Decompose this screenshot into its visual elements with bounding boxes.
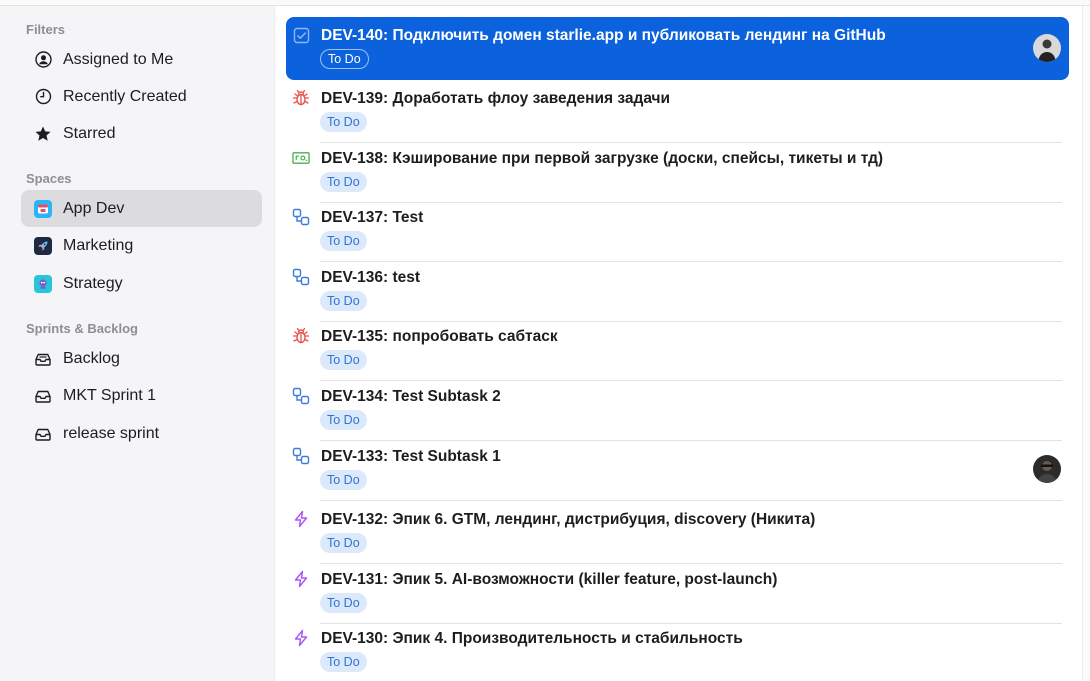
epic-lightning-icon bbox=[292, 629, 310, 647]
task-title: DEV-135: попробовать сабтаск bbox=[321, 328, 558, 345]
task-row[interactable]: DEV-136: test To Do bbox=[286, 259, 1069, 322]
status-badge[interactable]: To Do bbox=[320, 172, 367, 192]
subtask-icon bbox=[292, 447, 310, 465]
task-title: DEV-131: Эпик 5. AI-возможности (killer … bbox=[321, 571, 778, 588]
status-badge[interactable]: To Do bbox=[320, 49, 369, 69]
status-badge[interactable]: To Do bbox=[320, 350, 367, 370]
task-title: DEV-138: Кэширование при первой загрузке… bbox=[321, 150, 884, 167]
task-row[interactable]: DEV-133: Test Subtask 1 To Do bbox=[286, 438, 1069, 501]
task-row[interactable]: DEV-130: Эпик 4. Производительность и ст… bbox=[286, 620, 1069, 681]
star-icon bbox=[34, 125, 52, 143]
app-dev-space-icon bbox=[34, 199, 52, 218]
sidebar-item-assigned-to-me[interactable]: Assigned to Me bbox=[21, 41, 262, 78]
avatar[interactable] bbox=[1033, 455, 1061, 483]
sidebar-item-label: release sprint bbox=[63, 424, 160, 442]
sidebar-item-strategy[interactable]: Strategy bbox=[21, 265, 262, 302]
task-row[interactable]: DEV-139: Доработать флоу заведения задач… bbox=[286, 80, 1069, 143]
epic-lightning-icon bbox=[292, 570, 310, 588]
sidebar-item-release-sprint[interactable]: release sprint bbox=[21, 415, 262, 452]
task-title: DEV-134: Test Subtask 2 bbox=[321, 388, 501, 405]
sidebar-item-recently-created[interactable]: Recently Created bbox=[21, 78, 262, 115]
strategy-space-icon bbox=[34, 274, 52, 293]
sidebar-item-label: Recently Created bbox=[63, 87, 187, 105]
rocket-icon bbox=[34, 236, 52, 255]
task-row[interactable]: DEV-131: Эпик 5. AI-возможности (killer … bbox=[286, 561, 1069, 624]
status-badge[interactable]: To Do bbox=[320, 593, 367, 613]
task-title: DEV-136: test bbox=[321, 269, 421, 286]
sidebar-item-mkt-sprint-1[interactable]: MKT Sprint 1 bbox=[21, 377, 262, 414]
sidebar-item-label: MKT Sprint 1 bbox=[63, 386, 157, 404]
sidebar-item-app-dev[interactable]: App Dev bbox=[21, 190, 262, 227]
task-row[interactable]: DEV-137: Test To Do bbox=[286, 199, 1069, 262]
filters-section-title: Filters bbox=[26, 22, 66, 37]
backlog-tray-icon bbox=[34, 350, 52, 368]
subtask-icon bbox=[292, 387, 310, 405]
sidebar-item-label: Strategy bbox=[63, 274, 123, 292]
avatar[interactable] bbox=[1033, 34, 1061, 62]
tray-icon bbox=[34, 387, 52, 405]
epic-lightning-icon bbox=[292, 510, 310, 528]
status-badge[interactable]: To Do bbox=[320, 652, 367, 672]
subtask-icon bbox=[292, 208, 310, 226]
sidebar-item-label: Assigned to Me bbox=[63, 50, 174, 68]
spaces-section-title: Spaces bbox=[26, 171, 72, 186]
task-row[interactable]: DEV-132: Эпик 6. GTM, лендинг, дистрибуц… bbox=[286, 501, 1069, 564]
subtask-icon bbox=[292, 268, 310, 286]
tray-icon bbox=[34, 425, 52, 443]
task-title: DEV-132: Эпик 6. GTM, лендинг, дистрибуц… bbox=[321, 511, 816, 528]
list-scrollbar[interactable] bbox=[1082, 6, 1090, 681]
status-badge[interactable]: To Do bbox=[320, 291, 367, 311]
status-badge[interactable]: To Do bbox=[320, 533, 367, 553]
task-row[interactable]: DEV-140: Подключить домен starlie.app и … bbox=[286, 17, 1069, 80]
task-checkbox-icon bbox=[292, 26, 310, 44]
task-list: DEV-140: Подключить домен starlie.app и … bbox=[276, 6, 1082, 681]
person-circle-icon bbox=[34, 51, 52, 69]
sidebar-item-backlog[interactable]: Backlog bbox=[21, 340, 262, 377]
story-icon bbox=[292, 149, 310, 167]
bug-icon bbox=[292, 327, 310, 345]
sidebar-item-label: Marketing bbox=[63, 236, 134, 254]
sidebar-item-label: Starred bbox=[63, 124, 116, 142]
sidebar-item-marketing[interactable]: Marketing bbox=[21, 227, 262, 264]
task-title: DEV-137: Test bbox=[321, 209, 424, 226]
status-badge[interactable]: To Do bbox=[320, 410, 367, 430]
sidebar-item-label: Backlog bbox=[63, 349, 120, 367]
bug-icon bbox=[292, 89, 310, 107]
task-title: DEV-139: Доработать флоу заведения задач… bbox=[321, 90, 671, 107]
status-badge[interactable]: To Do bbox=[320, 231, 367, 251]
sidebar: Filters Assigned to Me Recently Created … bbox=[0, 6, 275, 681]
task-title: DEV-130: Эпик 4. Производительность и ст… bbox=[321, 630, 743, 647]
status-badge[interactable]: To Do bbox=[320, 112, 367, 132]
task-title: DEV-133: Test Subtask 1 bbox=[321, 448, 501, 465]
task-title: DEV-140: Подключить домен starlie.app и … bbox=[321, 27, 886, 44]
sidebar-item-label: App Dev bbox=[63, 199, 125, 217]
task-row[interactable]: DEV-138: Кэширование при первой загрузке… bbox=[286, 140, 1069, 203]
task-row[interactable]: DEV-135: попробовать сабтаск To Do bbox=[286, 318, 1069, 381]
clock-icon bbox=[34, 88, 52, 106]
task-row[interactable]: DEV-134: Test Subtask 2 To Do bbox=[286, 378, 1069, 441]
status-badge[interactable]: To Do bbox=[320, 470, 367, 490]
sidebar-item-starred[interactable]: Starred bbox=[21, 115, 262, 152]
sprints-section-title: Sprints & Backlog bbox=[26, 321, 138, 336]
